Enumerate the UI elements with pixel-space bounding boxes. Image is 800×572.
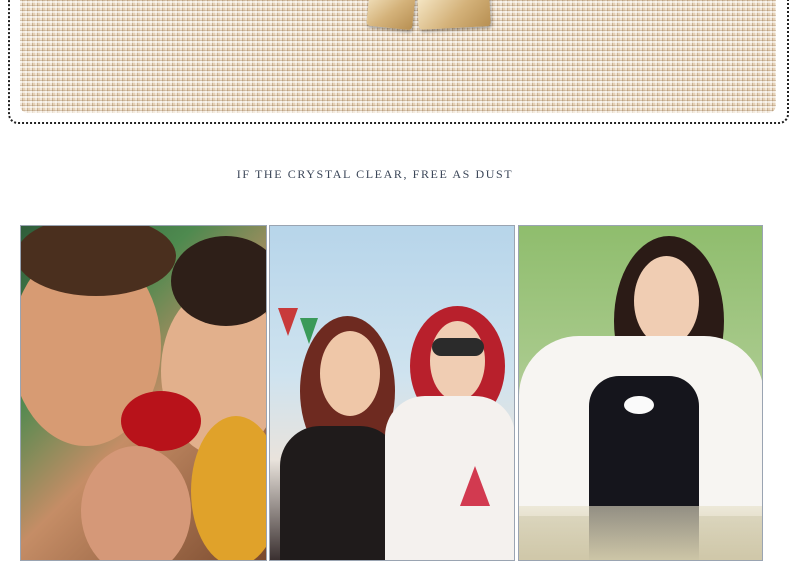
woman-grass-field-photo	[518, 225, 763, 561]
bow	[624, 396, 654, 414]
woman-face	[634, 256, 699, 346]
gold-charm	[417, 0, 491, 30]
tagline-text: IF THE CRYSTAL CLEAR, FREE AS DUST	[236, 167, 514, 181]
woman-right-face	[430, 321, 485, 401]
bunting-flag	[278, 308, 298, 336]
woman-left-dress	[280, 426, 400, 560]
burlap-product-photo	[20, 0, 776, 113]
grass-foreground	[519, 506, 762, 560]
man-hair	[21, 226, 176, 296]
woman-left-face	[320, 331, 380, 416]
hand	[81, 446, 191, 560]
gold-charm	[366, 0, 416, 31]
two-women-bunting-photo	[269, 225, 515, 561]
couple-with-rose-photo	[20, 225, 267, 561]
red-rose	[121, 391, 201, 451]
sunglasses	[432, 338, 484, 356]
woman-right-shirt	[385, 396, 514, 560]
